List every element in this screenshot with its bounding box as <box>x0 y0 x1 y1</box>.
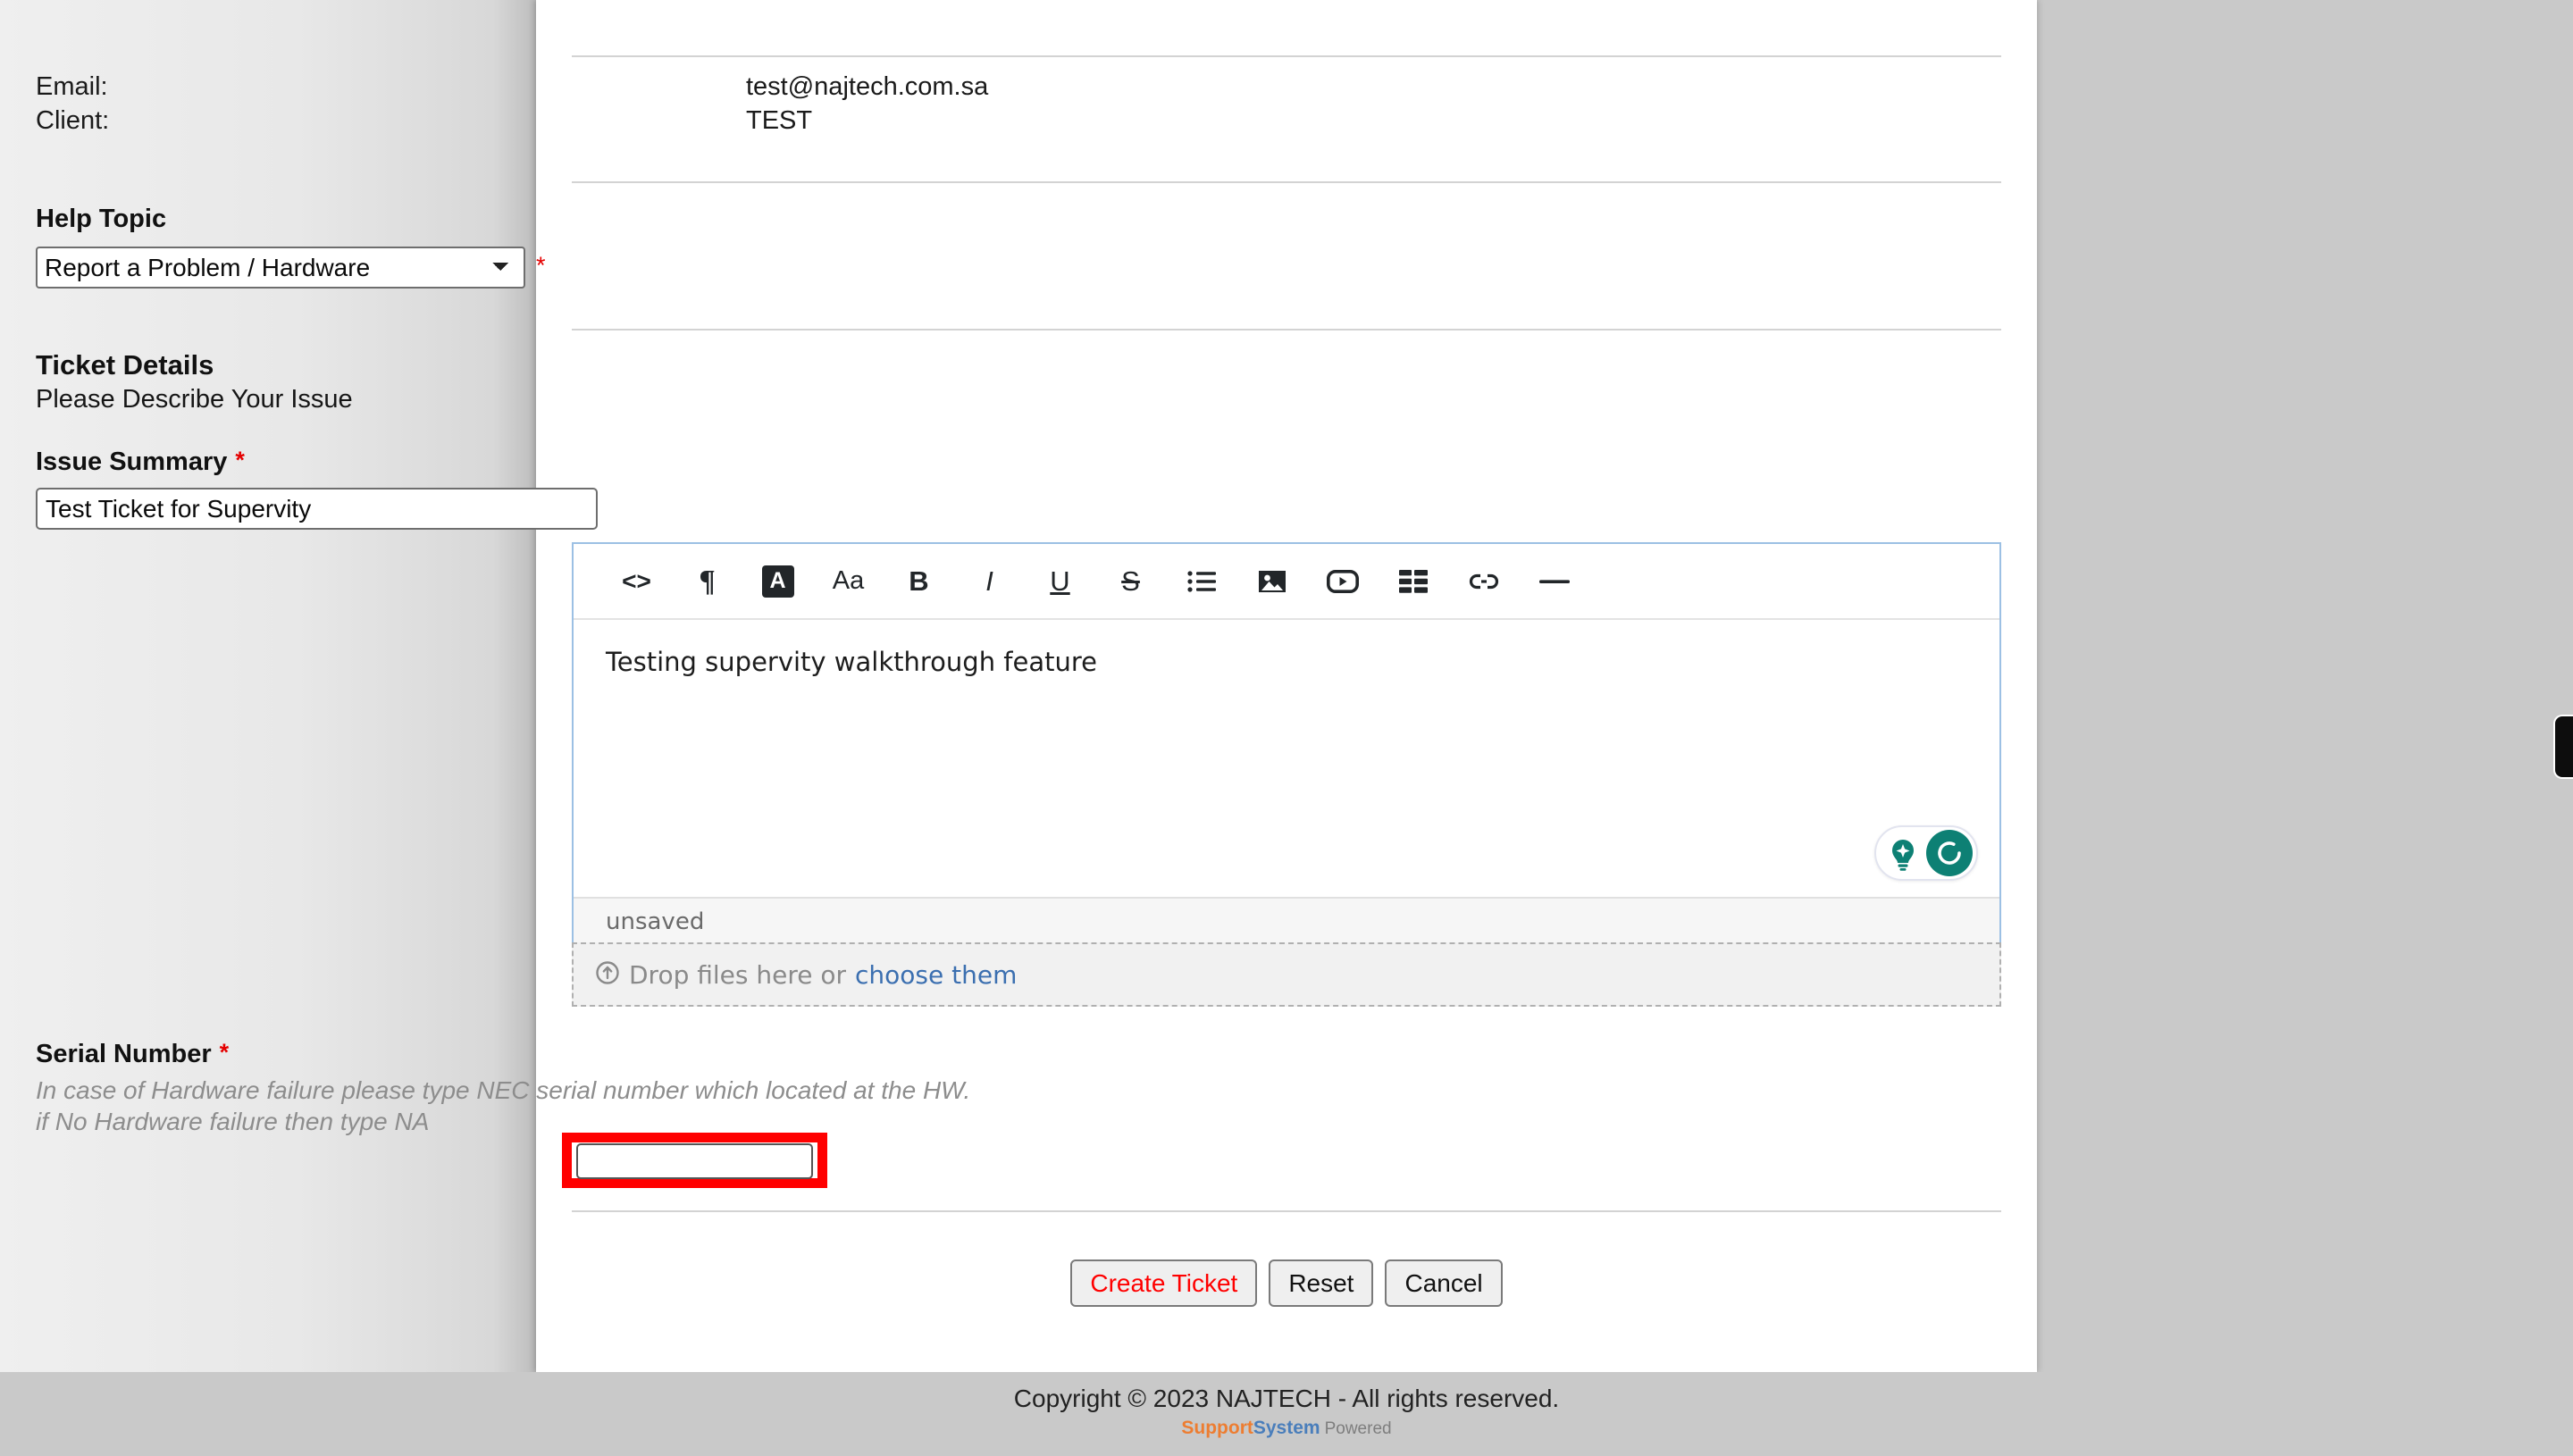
page-gutter-right <box>2037 0 2573 1372</box>
issue-summary-input[interactable] <box>36 488 598 530</box>
help-topic-required-marker: * <box>536 252 546 279</box>
italic-icon[interactable]: I <box>954 556 1025 607</box>
rich-text-editor: <> ¶ A Aa B I U S Testing supervity walk… <box>572 542 2001 947</box>
serial-number-label: Serial Number <box>36 1040 212 1068</box>
brand-powered-text: Powered <box>1324 1419 1392 1438</box>
link-icon[interactable] <box>1448 556 1519 607</box>
edge-side-tab[interactable] <box>2553 715 2573 779</box>
user-info-block: Email: test@najtech.com.sa Client: TEST <box>36 70 1465 138</box>
video-icon[interactable] <box>1307 556 1378 607</box>
serial-number-help-line-1: In case of Hardware failure please type … <box>36 1076 971 1104</box>
editor-save-status: unsaved <box>606 908 705 935</box>
paragraph-icon[interactable]: ¶ <box>672 556 742 607</box>
horizontal-rule-icon[interactable] <box>1519 556 1589 607</box>
divider-after-help-topic <box>572 329 2001 331</box>
upload-circle-icon <box>595 960 620 990</box>
copyright-text: Copyright © 2023 NAJTECH - All rights re… <box>1013 1385 1560 1412</box>
issue-summary-label-row: Issue Summary * <box>36 447 1465 477</box>
client-value: TEST <box>746 106 813 135</box>
bullet-list-icon[interactable] <box>1166 556 1236 607</box>
editor-toolbar: <> ¶ A Aa B I U S <box>574 544 1999 620</box>
help-topic-section: Help Topic Report a Problem / Hardware * <box>36 204 1465 289</box>
ticket-details-title: Ticket Details <box>36 349 214 381</box>
grammarly-widget[interactable] <box>1874 825 1978 881</box>
serial-number-required-marker: * <box>219 1039 230 1066</box>
divider-after-user-info <box>572 181 2001 183</box>
underline-icon[interactable]: U <box>1025 556 1095 607</box>
form-actions: Create Ticket Reset Cancel <box>572 1259 2001 1307</box>
grammarly-suggestion-bulb-icon[interactable] <box>1882 832 1924 874</box>
editor-body[interactable]: Testing supervity walkthrough feature <box>574 620 1999 897</box>
font-size-icon[interactable]: Aa <box>813 556 884 607</box>
ticket-details-subtitle: Please Describe Your Issue <box>36 385 353 414</box>
create-ticket-button[interactable]: Create Ticket <box>1070 1259 1258 1307</box>
brand-credit: SupportSystem Powered <box>1181 1417 1391 1442</box>
brand-support-text: Support <box>1181 1418 1253 1438</box>
divider-top <box>572 55 2001 57</box>
serial-number-input[interactable] <box>576 1143 813 1179</box>
brand-system-text: System <box>1253 1418 1320 1438</box>
code-icon[interactable]: <> <box>601 556 672 607</box>
editor-status-bar: unsaved <box>574 897 1999 945</box>
serial-number-section: Serial Number * In case of Hardware fail… <box>36 1039 1465 1137</box>
bold-icon[interactable]: B <box>884 556 954 607</box>
email-row: Email: test@najtech.com.sa <box>36 70 1465 104</box>
choose-files-link[interactable]: choose them <box>855 960 1017 990</box>
client-row: Client: TEST <box>36 104 1465 138</box>
issue-summary-section: Issue Summary * <box>36 447 1465 530</box>
issue-summary-label: Issue Summary <box>36 448 228 476</box>
divider-before-actions <box>572 1210 2001 1212</box>
file-dropzone[interactable]: Drop files here or choose them <box>572 942 2001 1007</box>
help-topic-row: Report a Problem / Hardware * <box>36 247 1465 289</box>
email-value: test@najtech.com.sa <box>746 72 989 101</box>
strikethrough-icon[interactable]: S <box>1095 556 1166 607</box>
editor-body-text: Testing supervity walkthrough feature <box>606 647 1098 677</box>
issue-summary-required-marker: * <box>235 447 245 473</box>
page-footer: Copyright © 2023 NAJTECH - All rights re… <box>0 1372 2573 1456</box>
page-background: Email: test@najtech.com.sa Client: TEST … <box>0 0 2573 1456</box>
table-icon[interactable] <box>1378 556 1448 607</box>
cancel-button[interactable]: Cancel <box>1385 1259 1503 1307</box>
dropzone-text: Drop files here or <box>629 959 847 990</box>
help-topic-heading: Help Topic <box>36 205 167 233</box>
text-color-icon[interactable]: A <box>742 556 813 607</box>
serial-number-label-row: Serial Number * <box>36 1039 1465 1069</box>
client-label: Client: <box>36 106 110 135</box>
help-topic-select[interactable]: Report a Problem / Hardware <box>36 247 525 289</box>
ticket-details-section: Ticket Details Please Describe Your Issu… <box>36 348 1465 416</box>
grammarly-logo-icon[interactable] <box>1926 830 1973 876</box>
email-label: Email: <box>36 72 108 101</box>
reset-button[interactable]: Reset <box>1269 1259 1374 1307</box>
image-icon[interactable] <box>1236 556 1307 607</box>
